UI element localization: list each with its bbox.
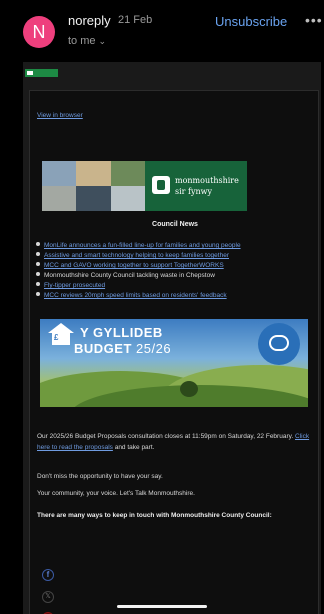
budget-paragraph: Our 2025/26 Budget Proposals consultatio… <box>37 433 310 451</box>
banner-photo-collage <box>42 161 145 211</box>
x-icon[interactable]: 𝕏 <box>42 591 54 603</box>
email-header: N noreply 21 Feb to me ⌄ Unsubscribe ••• <box>0 0 324 62</box>
section-title: Council News <box>152 221 198 228</box>
bullet <box>36 262 40 266</box>
newsletter-card: View in browser monmouthshire sir fynwy … <box>29 90 319 614</box>
sender-name[interactable]: noreply <box>68 13 111 28</box>
news-item[interactable]: MCC and GAVO working together to support… <box>36 261 316 271</box>
more-icon[interactable]: ••• <box>305 12 323 28</box>
chat-bubble-icon <box>258 323 300 365</box>
community-paragraph: Your community, your voice. Let's Talk M… <box>37 490 195 497</box>
bullet <box>36 252 40 256</box>
budget-title-welsh: Y GYLLIDEB <box>80 325 163 340</box>
newsletter-logo <box>25 69 58 77</box>
budget-year: 25/26 <box>136 341 172 356</box>
news-list: MonLife announces a fun-filled line-up f… <box>36 241 316 301</box>
budget-title-english: BUDGET 25/26 <box>74 341 172 356</box>
sender-avatar[interactable]: N <box>23 16 55 48</box>
unsubscribe-button[interactable]: Unsubscribe <box>215 14 287 29</box>
keep-in-touch-paragraph: There are many ways to keep in touch wit… <box>37 512 272 519</box>
news-item[interactable]: Assistive and smart technology helping t… <box>36 251 316 261</box>
home-indicator <box>117 605 207 608</box>
view-in-browser-link[interactable]: View in browser <box>37 112 83 119</box>
opportunity-paragraph: Don't miss the opportunity to have your … <box>37 473 163 480</box>
pound-icon: £ <box>54 333 59 342</box>
monmouthshire-logo: monmouthshire sir fynwy <box>145 161 247 211</box>
recipient-toggle[interactable]: to me ⌄ <box>68 35 106 47</box>
news-item[interactable]: Fly-tipper prosecuted <box>36 281 316 291</box>
news-item: Monmouthshire County Council tackling wa… <box>36 271 316 281</box>
email-body: View in browser monmouthshire sir fynwy … <box>23 62 321 614</box>
email-date: 21 Feb <box>118 14 153 26</box>
recipient-label: to me <box>68 35 96 47</box>
news-item[interactable]: MonLife announces a fun-filled line-up f… <box>36 241 316 251</box>
council-emblem-icon <box>152 176 170 194</box>
facebook-icon[interactable]: f <box>42 569 54 581</box>
brand-name-english: monmouthshire <box>175 176 239 185</box>
bullet <box>36 272 40 276</box>
bullet <box>36 242 40 246</box>
tree <box>180 381 198 397</box>
chevron-down-icon: ⌄ <box>98 36 107 46</box>
news-item[interactable]: MCC reviews 20mph speed limits based on … <box>36 291 316 301</box>
bullet <box>36 292 40 296</box>
house-icon <box>48 323 74 345</box>
budget-banner-image[interactable]: £ Y GYLLIDEB BUDGET 25/26 <box>40 319 308 407</box>
brand-name-welsh: sir fynwy <box>175 187 213 196</box>
chat-outline <box>269 335 289 351</box>
bullet <box>36 282 40 286</box>
